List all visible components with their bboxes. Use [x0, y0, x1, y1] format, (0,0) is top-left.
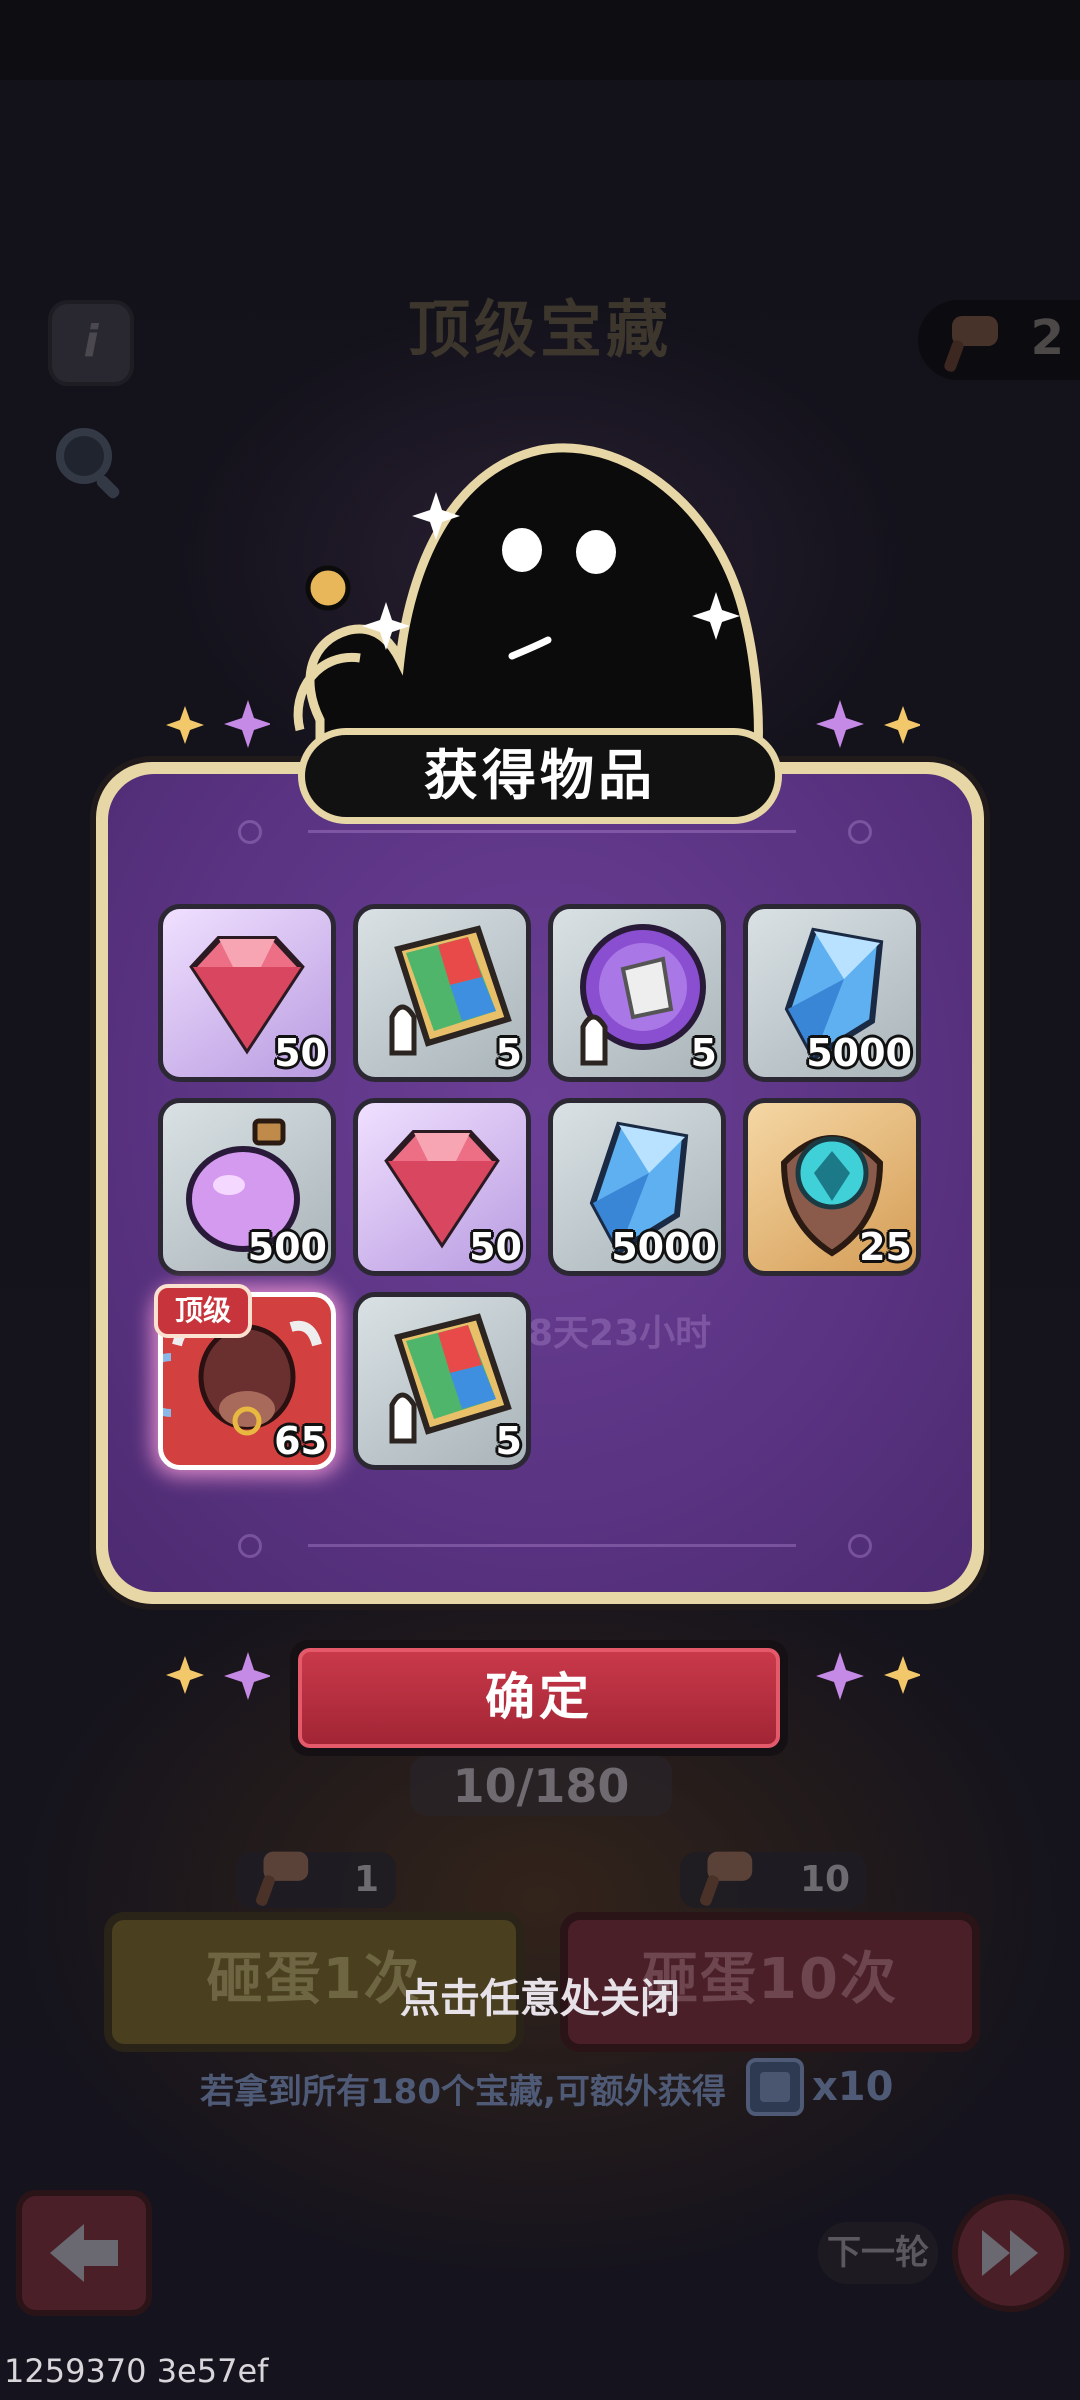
item-quantity: 500	[247, 1225, 327, 1269]
divider-dot	[238, 1534, 262, 1558]
sparkle-decoration-icon	[816, 700, 920, 748]
build-id: 1259370 3e57ef	[4, 2352, 269, 2390]
sparkle-decoration-icon	[816, 1652, 920, 1700]
item-quantity: 5000	[611, 1225, 717, 1269]
arrow-left-icon	[50, 2224, 118, 2282]
sparkle-decoration-icon	[166, 700, 270, 748]
reward-slot[interactable]: 5	[353, 904, 531, 1082]
divider-dot	[238, 820, 262, 844]
cost-single-value: 1	[354, 1859, 380, 1900]
reward-slot[interactable]: 5	[548, 904, 726, 1082]
confirm-button-label: 确定	[298, 1648, 780, 1748]
item-quantity: 50	[469, 1225, 522, 1269]
reward-slot[interactable]: 50	[353, 1098, 531, 1276]
cost-ten: 10	[680, 1851, 866, 1908]
item-quantity: 25	[859, 1225, 912, 1269]
cost-single: 1	[236, 1851, 396, 1908]
sparkle-decoration-icon	[166, 1652, 270, 1700]
double-arrow-right-icon	[982, 2230, 1038, 2276]
background-timer: 8天23小时	[528, 1313, 712, 1354]
next-round-label: 下一轮	[818, 2222, 938, 2284]
dialog-title: 获得物品	[298, 728, 782, 824]
cost-ten-value: 10	[800, 1859, 851, 1900]
hammer-icon	[256, 1851, 309, 1906]
item-quantity: 5	[495, 1419, 522, 1463]
item-quantity: 5	[690, 1031, 717, 1075]
item-quantity: 5000	[806, 1031, 912, 1075]
divider	[308, 830, 796, 833]
bonus-text: 若拿到所有180个宝藏,可额外获得	[200, 2072, 726, 2112]
close-hint: 点击任意处关闭	[400, 1976, 680, 2022]
reward-slot[interactable]: 50	[158, 904, 336, 1082]
treasure-chest-icon	[746, 2058, 804, 2116]
reward-slot[interactable]: 5000	[548, 1098, 726, 1276]
tier-badge: 顶级	[154, 1284, 252, 1338]
item-quantity: 50	[274, 1031, 327, 1075]
divider	[308, 1544, 796, 1547]
confirm-button[interactable]: 确定	[290, 1640, 788, 1756]
reward-slot[interactable]: 500	[158, 1098, 336, 1276]
bonus-quantity: x10	[812, 2064, 894, 2110]
reward-slot[interactable]: 25	[743, 1098, 921, 1276]
divider-dot	[848, 1534, 872, 1558]
next-round-button[interactable]	[952, 2194, 1070, 2312]
reward-slot[interactable]: 5000	[743, 904, 921, 1082]
item-quantity: 5	[495, 1031, 522, 1075]
progress-counter: 10/180	[410, 1756, 672, 1816]
divider-dot	[848, 820, 872, 844]
reward-slot[interactable]: 5	[353, 1292, 531, 1470]
item-quantity: 65	[274, 1419, 327, 1463]
back-button[interactable]	[16, 2190, 152, 2316]
hammer-icon	[700, 1851, 753, 1906]
ghost-mascot-icon	[293, 443, 763, 750]
